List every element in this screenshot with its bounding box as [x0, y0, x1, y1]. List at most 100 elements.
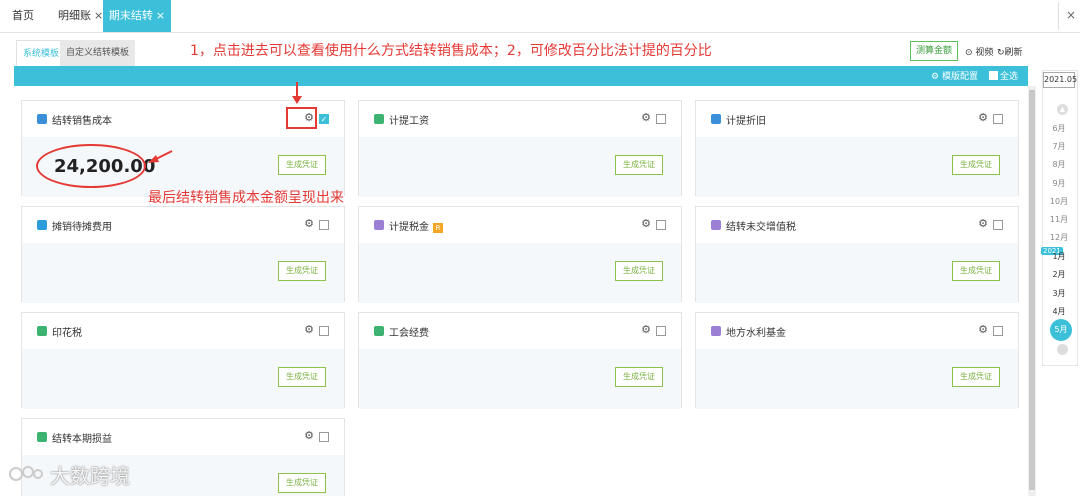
stamp-doc-icon: [37, 326, 47, 336]
card-header: 结转未交增值税 ⚙: [696, 207, 1018, 243]
card-checkbox[interactable]: [993, 220, 1003, 230]
gear-icon[interactable]: ⚙: [978, 217, 988, 230]
generate-voucher-button[interactable]: 生成凭证: [615, 367, 663, 387]
card-title-text: 计提税金: [389, 222, 429, 233]
settings-icon: ⚙: [931, 72, 940, 82]
card-title: 地方水利基金: [726, 328, 786, 339]
card-transfer-vat: 结转未交增值税 ⚙ 生成凭证: [695, 206, 1019, 303]
card-checkbox[interactable]: [656, 220, 666, 230]
video-link[interactable]: ⊙ 视频: [965, 45, 993, 58]
card-checkbox[interactable]: [319, 326, 329, 336]
money-bag-icon: [37, 114, 47, 124]
scrollbar-thumb[interactable]: [1029, 90, 1035, 490]
generate-voucher-button[interactable]: 生成凭证: [278, 367, 326, 387]
card-union-fund: 工会经费 ⚙ 生成凭证: [358, 312, 682, 409]
tab-period-end-transfer[interactable]: 期末结转 ×: [103, 0, 171, 32]
watermark-logo-icon: [9, 466, 43, 481]
gear-icon[interactable]: ⚙: [641, 217, 651, 230]
close-icon[interactable]: ×: [156, 9, 165, 22]
gear-icon[interactable]: ⚙: [978, 111, 988, 124]
gear-icon[interactable]: ⚙: [641, 323, 651, 336]
tab-home-label: 首页: [12, 9, 34, 22]
watermark-text: 大数跨境: [50, 464, 130, 488]
month-item[interactable]: 10月: [1044, 196, 1074, 207]
card-title: 计提工资: [389, 116, 429, 127]
generate-voucher-button[interactable]: 生成凭证: [952, 261, 1000, 281]
card-header: 计提工资 ⚙: [359, 101, 681, 137]
tab-period-end-label: 期末结转: [108, 9, 153, 22]
gear-icon[interactable]: ⚙: [304, 323, 314, 336]
generate-voucher-button[interactable]: 生成凭证: [278, 261, 326, 281]
subtab-system-template[interactable]: 系统模板: [16, 40, 67, 66]
card-accrue-salary: 计提工资 ⚙ 生成凭证: [358, 100, 682, 197]
month-item[interactable]: 3月: [1044, 288, 1074, 299]
generate-voucher-button[interactable]: 生成凭证: [952, 367, 1000, 387]
highlight-amount-ellipse: [36, 144, 146, 188]
video-label: 视频: [975, 48, 994, 58]
card-checkbox[interactable]: [993, 114, 1003, 124]
gear-icon[interactable]: ⚙: [304, 217, 314, 230]
card-checkbox[interactable]: [993, 326, 1003, 336]
measure-amount-button[interactable]: 测算金额: [910, 41, 958, 61]
generate-voucher-button[interactable]: 生成凭证: [278, 155, 326, 175]
card-accrue-tax: 计提税金 R ⚙ 生成凭证: [358, 206, 682, 303]
card-title: 结转本期损益: [52, 434, 112, 445]
chevron-down-icon[interactable]: [1057, 344, 1068, 355]
grid-icon: [37, 220, 47, 230]
chevron-up-icon[interactable]: ▲: [1057, 104, 1068, 115]
generate-voucher-button[interactable]: 生成凭证: [952, 155, 1000, 175]
subtab-custom-template[interactable]: 自定义结转模板: [60, 40, 136, 66]
gear-icon[interactable]: ⚙: [641, 111, 651, 124]
template-config-link[interactable]: ⚙ 模版配置: [931, 69, 978, 82]
card-checkbox[interactable]: [656, 326, 666, 336]
card-title: 计提税金 R: [389, 218, 443, 233]
generate-voucher-button[interactable]: 生成凭证: [278, 473, 326, 493]
card-stamp-duty: 印花税 ⚙ 生成凭证: [21, 312, 345, 409]
card-header: 工会经费 ⚙: [359, 313, 681, 349]
refresh-link[interactable]: ↻刷新: [997, 45, 1023, 58]
month-item[interactable]: 12月: [1044, 232, 1074, 243]
card-header: 摊销待摊费用 ⚙: [22, 207, 344, 243]
month-selected[interactable]: 5月: [1050, 319, 1072, 341]
close-icon[interactable]: ×: [94, 9, 103, 22]
card-checkbox[interactable]: ✓: [319, 114, 329, 124]
month-item[interactable]: 6月: [1044, 123, 1074, 134]
depreciation-icon: [711, 114, 721, 124]
tab-ledger-detail[interactable]: 明细账 ×: [58, 0, 103, 32]
card-checkbox[interactable]: [319, 432, 329, 442]
card-checkbox[interactable]: [656, 114, 666, 124]
month-item[interactable]: 4月: [1044, 306, 1074, 317]
tab-home[interactable]: 首页: [12, 0, 34, 32]
card-title: 结转销售成本: [52, 116, 112, 127]
card-title: 结转未交增值税: [726, 222, 796, 233]
month-item[interactable]: 7月: [1044, 141, 1074, 152]
month-item[interactable]: 11月: [1044, 214, 1074, 225]
select-all-checkbox[interactable]: 全选: [988, 69, 1018, 82]
month-item[interactable]: 1月: [1044, 251, 1074, 262]
salary-icon: [374, 114, 384, 124]
gear-icon[interactable]: ⚙: [978, 323, 988, 336]
template-header-bar: ⚙ 模版配置 全选: [14, 66, 1028, 86]
highlight-gear-box: [286, 107, 317, 129]
card-header: 计提税金 R ⚙: [359, 207, 681, 243]
union-fund-icon: [374, 326, 384, 336]
checkbox-icon: [988, 71, 998, 80]
generate-voucher-button[interactable]: 生成凭证: [615, 261, 663, 281]
gear-icon[interactable]: ⚙: [304, 429, 314, 442]
month-item[interactable]: 8月: [1044, 159, 1074, 170]
year-display[interactable]: 2021.05: [1043, 72, 1077, 88]
refresh-icon: ↻: [997, 48, 1005, 58]
card-title: 计提折旧: [726, 116, 766, 127]
card-water-fund: 地方水利基金 ⚙ 生成凭证: [695, 312, 1019, 409]
month-item[interactable]: 2月: [1044, 269, 1074, 280]
tab-ledger-detail-label: 明细账: [58, 9, 91, 22]
card-checkbox[interactable]: [319, 220, 329, 230]
annotation-amount: 最后结转销售成本金额呈现出来: [148, 190, 344, 206]
month-item[interactable]: 9月: [1044, 178, 1074, 189]
generate-voucher-button[interactable]: 生成凭证: [615, 155, 663, 175]
refresh-label: 刷新: [1004, 48, 1023, 58]
close-all-icon[interactable]: ×: [1066, 8, 1076, 22]
r-badge: R: [433, 223, 443, 233]
card-title: 印花税: [52, 328, 82, 339]
top-tab-bar: 首页 明细账 × 期末结转 × ×: [0, 0, 1080, 33]
